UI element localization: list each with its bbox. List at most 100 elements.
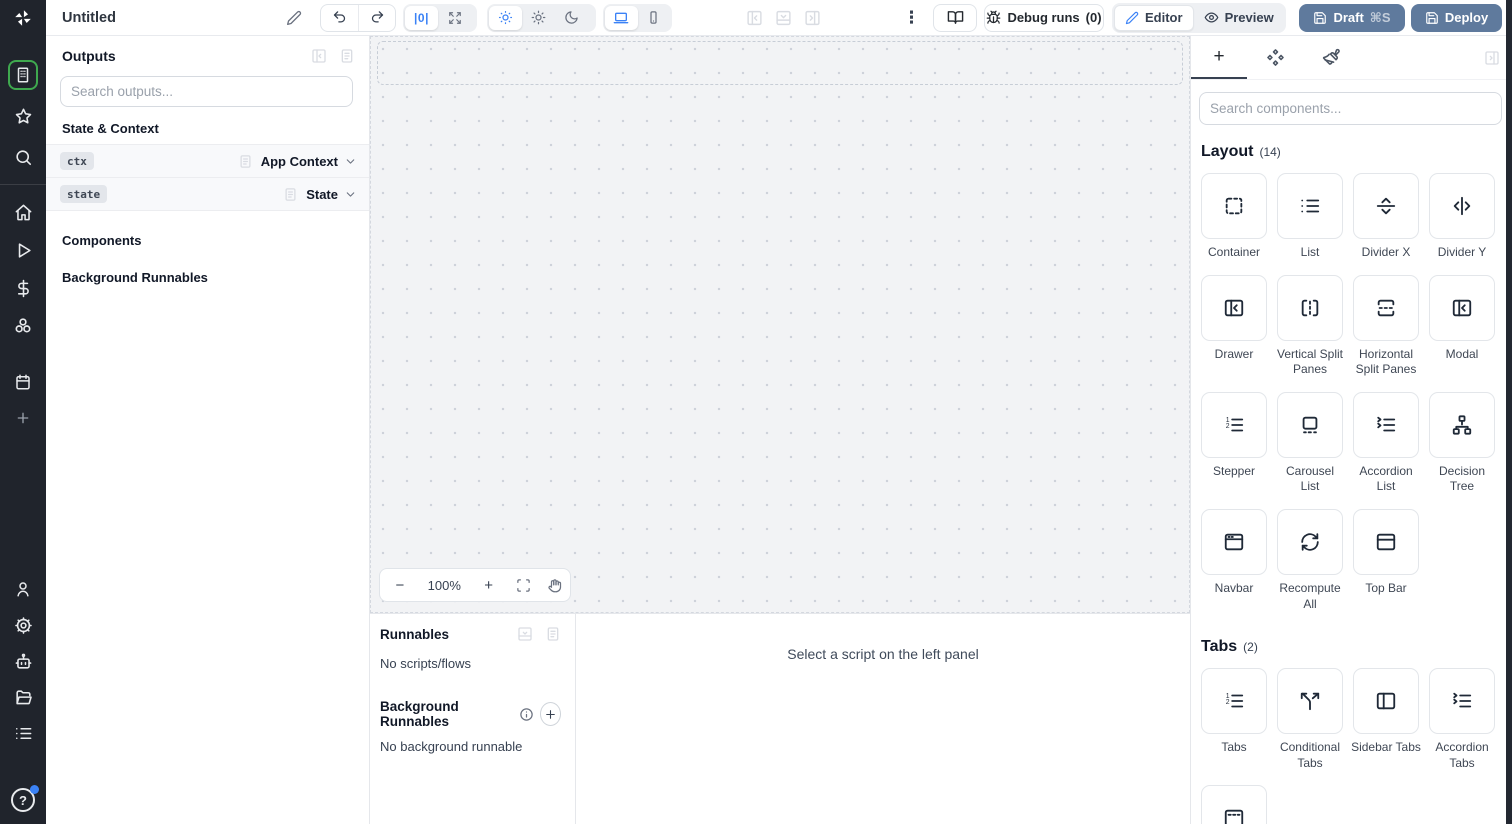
canvas-dropzone[interactable] — [377, 41, 1183, 85]
collapse-components-panel-button[interactable] — [1484, 50, 1500, 66]
component-card-divider-x[interactable]: Divider X — [1351, 173, 1421, 261]
fit-width-toggle[interactable]: |0| — [405, 5, 438, 30]
component-card-accordion-tabs[interactable]: Accordion Tabs — [1427, 668, 1497, 771]
add-background-runnable-button[interactable] — [539, 702, 561, 726]
sidebar-item-variables[interactable] — [8, 273, 38, 303]
component-card-vertical-split[interactable]: Vertical Split Panes — [1275, 274, 1345, 378]
state-context-header: State & Context — [62, 121, 159, 136]
pan-hand-button[interactable] — [547, 578, 562, 593]
zoom-in-button[interactable]: + — [477, 577, 501, 594]
docs-button[interactable] — [933, 3, 977, 32]
undo-button[interactable] — [321, 5, 358, 31]
doc-icon[interactable] — [283, 187, 298, 202]
component-card-navbar[interactable]: Navbar — [1199, 508, 1269, 612]
sidebar-item-settings[interactable] — [8, 610, 38, 640]
outputs-search-input[interactable] — [71, 84, 342, 99]
layout-section-count: (14) — [1259, 145, 1281, 159]
panel-right-icon — [804, 9, 821, 26]
preview-label: Preview — [1224, 10, 1274, 25]
sidebar-item-user[interactable] — [8, 574, 38, 604]
app-canvas[interactable]: − 100% + — [370, 36, 1190, 613]
components-search[interactable] — [1199, 92, 1502, 125]
pencil-icon — [286, 10, 302, 26]
sidebar-item-resources[interactable] — [8, 311, 38, 341]
component-card-conditional-tabs[interactable]: Conditional Tabs — [1275, 668, 1345, 771]
sidebar-item-home[interactable] — [8, 197, 38, 227]
component-card-container[interactable]: Container — [1199, 173, 1269, 261]
invisible-tabs-icon — [1223, 807, 1245, 824]
sidebar-item-workers[interactable] — [8, 646, 38, 676]
zoom-out-button[interactable]: − — [388, 577, 412, 594]
sidebar-item-folders[interactable] — [8, 682, 38, 712]
outputs-title: Outputs — [62, 48, 116, 64]
window-scrollbar[interactable] — [1506, 0, 1512, 824]
tab-component-tree[interactable] — [1247, 36, 1303, 79]
sidebar-item-runs[interactable] — [8, 235, 38, 265]
component-card-sidebar-tabs[interactable]: Sidebar Tabs — [1351, 668, 1421, 771]
more-menu-button[interactable]: ⋮ — [903, 8, 920, 28]
sidebar-item-schedules[interactable] — [8, 367, 38, 397]
sidebar-item-logs[interactable] — [8, 718, 38, 748]
debug-runs-button[interactable]: Debug runs (0) — [984, 3, 1104, 32]
toggle-left-panel[interactable] — [746, 9, 763, 26]
save-icon — [1313, 11, 1327, 25]
paintbrush-icon — [1322, 48, 1341, 67]
component-card-partial[interactable] — [1199, 785, 1269, 824]
component-card-decision-tree[interactable]: Decision Tree — [1427, 391, 1497, 495]
sidebar-item-search[interactable] — [8, 142, 38, 172]
rail-add-button[interactable] — [8, 403, 38, 433]
component-card-accordion-list[interactable]: Accordion List — [1351, 391, 1421, 495]
tabs-icon: 12 — [1223, 690, 1245, 712]
tab-styling[interactable] — [1303, 36, 1359, 79]
toggle-right-panel[interactable] — [804, 9, 821, 26]
collapse-runnables-button[interactable] — [517, 626, 533, 642]
decision-tree-icon — [1451, 414, 1473, 436]
theme-light-toggle[interactable] — [522, 6, 555, 30]
draft-button[interactable]: Draft ⌘S — [1299, 3, 1405, 32]
tab-preview[interactable]: Preview — [1194, 5, 1284, 31]
fit-width-icon: |0| — [414, 10, 429, 25]
redo-button[interactable] — [358, 4, 395, 31]
theme-auto-toggle[interactable] — [489, 5, 522, 30]
sidebar-item-apps[interactable] — [8, 60, 38, 90]
component-card-recompute-all[interactable]: Recompute All — [1275, 508, 1345, 612]
component-card-horizontal-split[interactable]: Horizontal Split Panes — [1351, 274, 1421, 378]
expand-canvas-toggle[interactable] — [438, 6, 471, 30]
mobile-toggle[interactable] — [638, 6, 671, 30]
list-icon — [1299, 195, 1321, 217]
plus-icon — [15, 410, 31, 426]
components-search-input[interactable] — [1210, 101, 1491, 116]
outputs-doc-icon[interactable] — [339, 48, 355, 64]
editor-preview-toggle: Editor Preview — [1112, 2, 1286, 33]
no-background-text: No background runnable — [380, 739, 523, 754]
rename-button[interactable] — [286, 10, 302, 26]
doc-icon[interactable] — [238, 154, 253, 169]
component-card-carousel-list[interactable]: Carousel List — [1275, 391, 1345, 495]
theme-dark-toggle[interactable] — [555, 6, 588, 30]
component-card-top-bar[interactable]: Top Bar — [1351, 508, 1421, 612]
outputs-search[interactable] — [60, 76, 353, 107]
component-card-modal[interactable]: Modal — [1427, 274, 1497, 378]
component-card-tabs[interactable]: 12 Tabs — [1199, 668, 1269, 771]
component-card-list[interactable]: List — [1275, 173, 1345, 261]
collapse-outputs-button[interactable] — [311, 48, 327, 64]
tab-insert-component[interactable]: + — [1191, 36, 1247, 79]
chevron-down-icon[interactable] — [344, 155, 357, 168]
deploy-button[interactable]: Deploy — [1411, 3, 1502, 32]
tab-editor[interactable]: Editor — [1114, 4, 1194, 31]
toggle-bottom-panel[interactable] — [775, 9, 792, 26]
component-card-stepper[interactable]: 12 Stepper — [1199, 391, 1269, 495]
help-button[interactable]: ? — [11, 785, 39, 812]
chevron-down-icon[interactable] — [344, 188, 357, 201]
output-row-ctx[interactable]: ctx App Context — [46, 145, 369, 178]
sidebar-item-favorites[interactable] — [8, 101, 38, 131]
windmill-logo[interactable] — [0, 0, 46, 36]
component-card-drawer[interactable]: Drawer — [1199, 274, 1269, 378]
divider-y-icon — [1451, 195, 1473, 217]
runnables-doc-icon[interactable] — [545, 626, 561, 642]
component-card-divider-y[interactable]: Divider Y — [1427, 173, 1497, 261]
desktop-toggle[interactable] — [605, 5, 638, 30]
navbar-icon — [1223, 531, 1245, 553]
output-row-state[interactable]: state State — [46, 178, 369, 211]
fit-view-button[interactable] — [516, 578, 531, 593]
